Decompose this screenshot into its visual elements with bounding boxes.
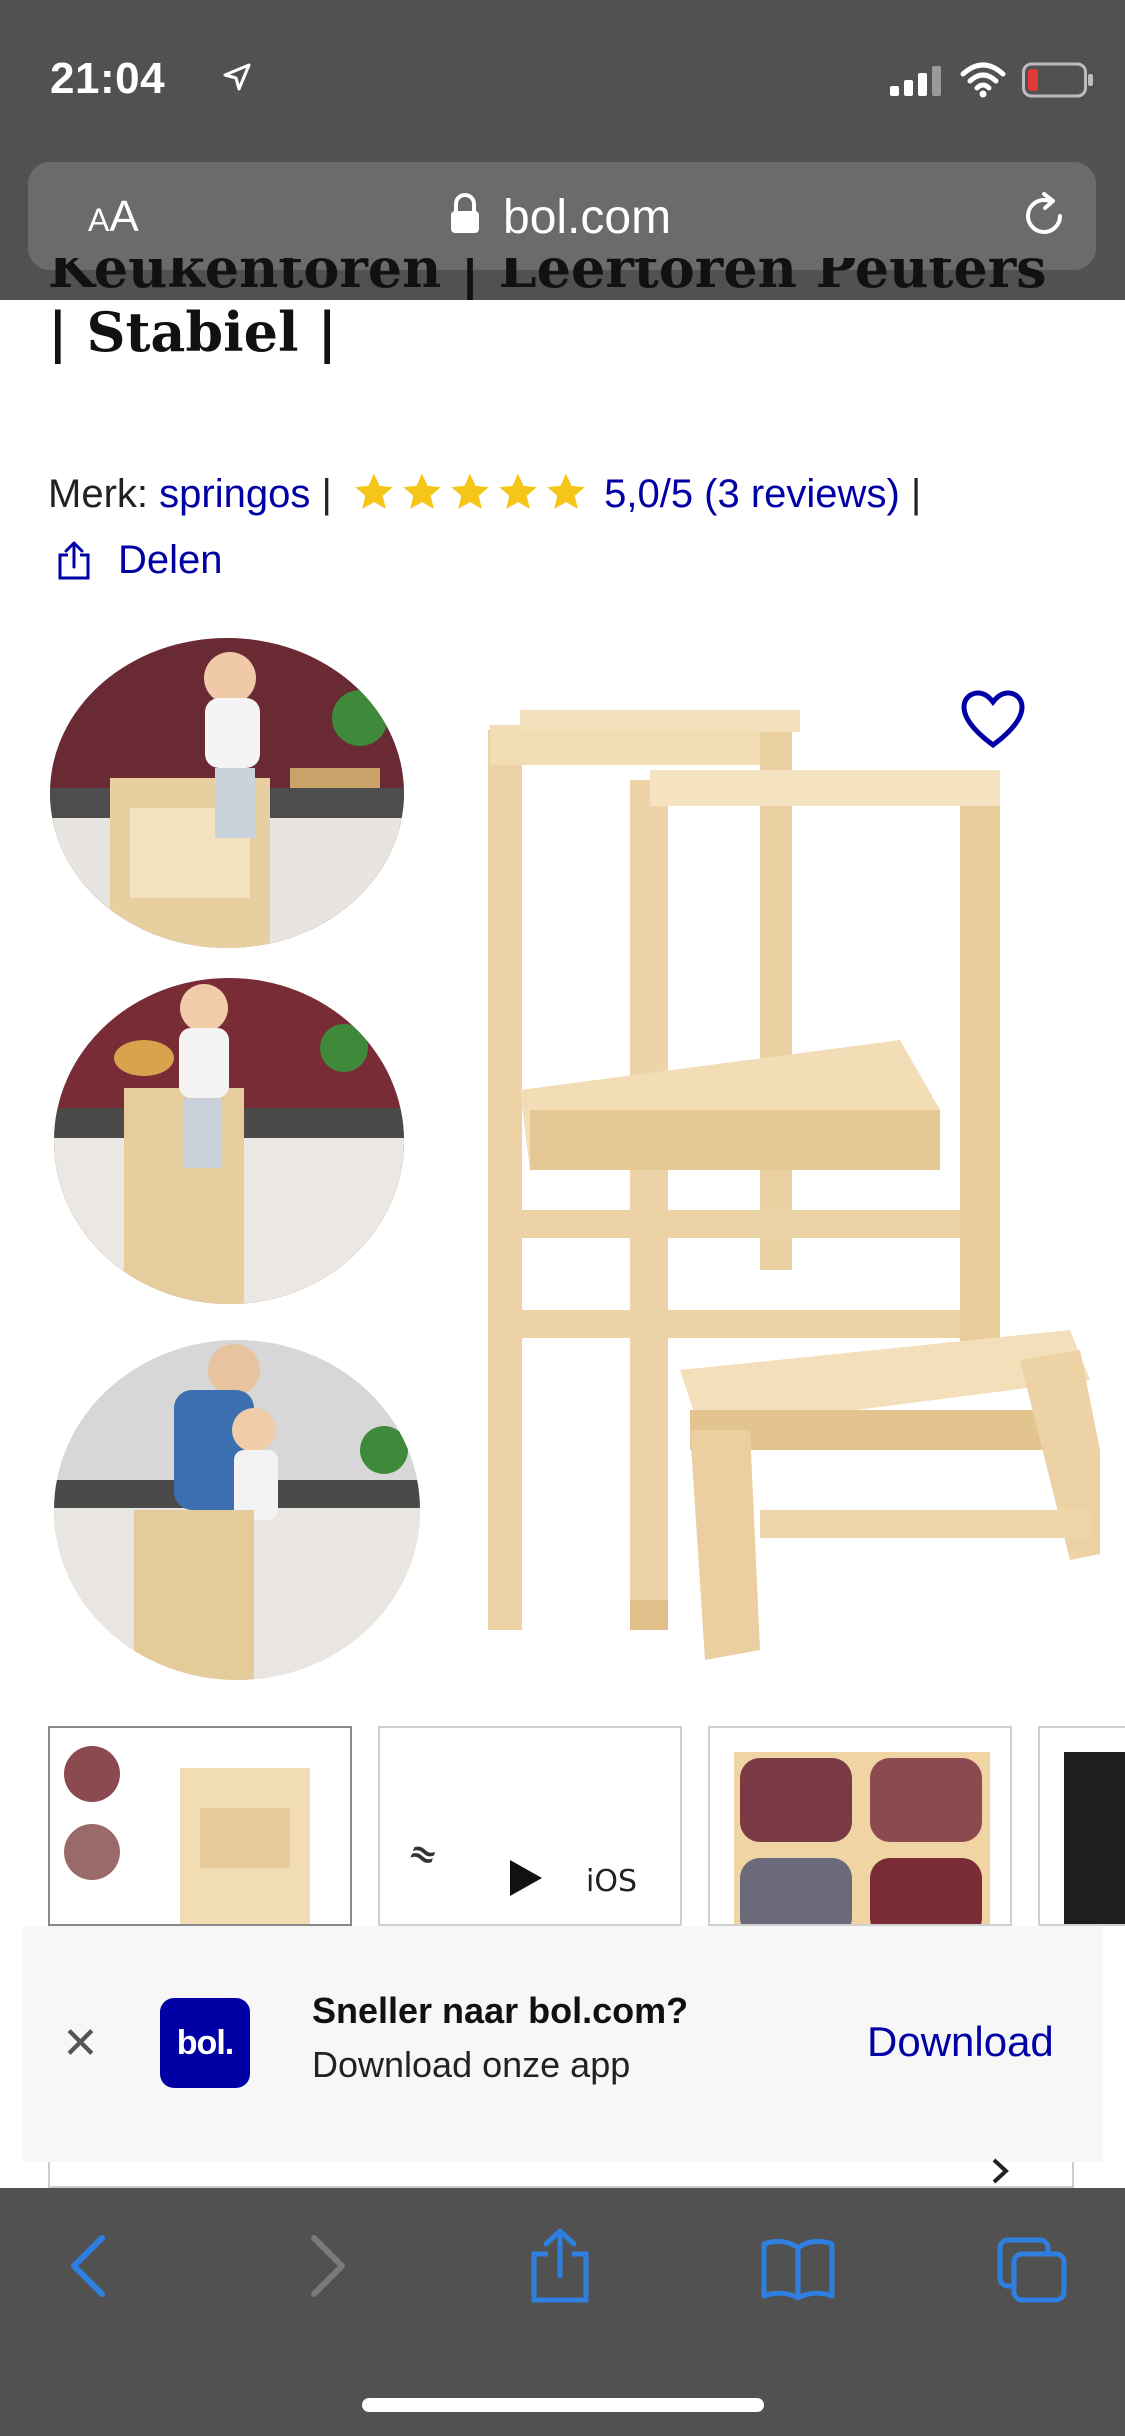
battery-low-icon <box>1022 62 1093 98</box>
reload-icon[interactable] <box>1018 190 1070 242</box>
rating-link[interactable]: 5,0/5 (3 reviews) <box>604 472 900 516</box>
share-icon <box>58 541 90 579</box>
brand-link[interactable]: springos <box>159 472 310 516</box>
separator: | <box>910 472 922 516</box>
banner-subtitle: Download onze app <box>312 2044 631 2085</box>
home-indicator[interactable] <box>362 2398 764 2412</box>
address-bar[interactable]: AA bol.com <box>28 162 1096 270</box>
bookmarks-icon[interactable] <box>760 2238 836 2300</box>
svg-text:≈: ≈ <box>403 1831 443 1878</box>
ios-label: iOS <box>586 1864 637 1899</box>
status-time: 21:04 <box>50 54 166 103</box>
wifi-icon <box>960 62 1006 98</box>
banner-title: Sneller naar bol.com? <box>312 1990 689 2031</box>
location-arrow-icon <box>223 63 251 91</box>
collapsed-row[interactable] <box>48 2158 1074 2188</box>
back-icon[interactable] <box>66 2234 110 2298</box>
star-icon <box>403 474 441 510</box>
thumbnail-4[interactable] <box>1038 1726 1125 1926</box>
play-icon <box>510 1860 542 1896</box>
thumbnail-1[interactable] <box>48 1726 352 1926</box>
thumbnail-video[interactable]: ≈ iOS <box>378 1726 682 1926</box>
separator: | <box>321 472 332 516</box>
rating-stars[interactable] <box>353 472 587 512</box>
wishlist-heart-icon[interactable] <box>960 690 1026 750</box>
product-title-partial: Keukentoren | Leertoren Peuters <box>48 258 1047 300</box>
star-icon <box>499 474 537 510</box>
product-image-circle-1 <box>50 638 404 948</box>
download-button[interactable]: Download <box>867 2018 1054 2066</box>
cellular-signal-icon <box>890 66 941 96</box>
bol-app-logo: bol. <box>160 1998 250 2088</box>
product-title-line: | Stabiel | <box>48 300 337 364</box>
app-download-banner: ✕ bol. Sneller naar bol.com? Download on… <box>22 1926 1102 2162</box>
tabs-icon[interactable] <box>996 2236 1068 2304</box>
browser-top-chrome: 21:04 AA bol.com <box>0 0 1125 300</box>
forward-icon[interactable] <box>306 2234 350 2298</box>
chevron-right-icon <box>992 2158 1009 2184</box>
share-sheet-icon[interactable] <box>528 2228 592 2304</box>
share-label: Delen <box>118 538 223 582</box>
product-image-circle-3 <box>54 1340 420 1680</box>
url-text: bol.com <box>503 191 672 244</box>
product-image-circle-2 <box>54 978 404 1304</box>
star-icon <box>451 474 489 510</box>
lock-icon <box>451 193 479 233</box>
star-icon <box>547 474 585 510</box>
star-icon <box>355 474 393 510</box>
product-meta: Merk: springos | 5,0/5 (3 reviews) | <box>48 472 921 517</box>
share-button[interactable]: Delen <box>56 538 223 583</box>
text-size-button[interactable]: AA <box>88 192 139 242</box>
thumbnail-3[interactable] <box>708 1726 1012 1926</box>
brand-label: Merk: <box>48 472 148 516</box>
close-icon[interactable]: ✕ <box>62 2018 99 2069</box>
learning-tower-image <box>488 710 1100 1660</box>
